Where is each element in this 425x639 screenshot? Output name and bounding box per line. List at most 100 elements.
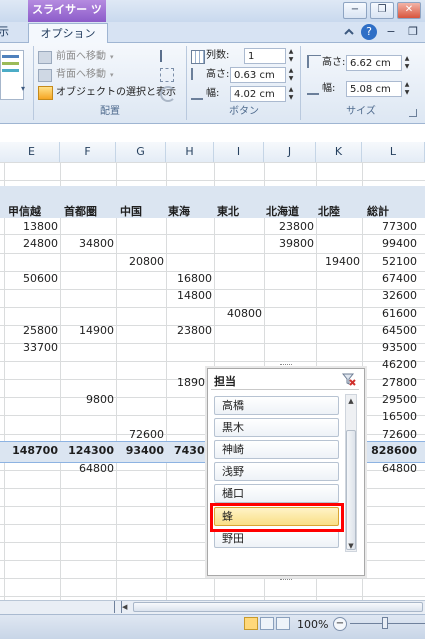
table-cell[interactable]: 32600 [362,289,417,305]
table-cell[interactable]: 23800 [264,220,314,236]
header-cell[interactable]: 北陸 [318,203,340,219]
button-height-input[interactable]: 0.63 cm [230,67,286,83]
header-cell[interactable]: 東海 [168,203,190,219]
gallery-style-2[interactable] [2,62,19,65]
table-cell[interactable]: 39800 [264,237,314,253]
scroll-down-arrow[interactable]: ▼ [346,541,356,551]
header-cell[interactable]: 中国 [120,203,142,219]
total-cell[interactable]: 124300 [60,444,114,460]
table-cell[interactable]: 34800 [60,237,114,253]
table-cell[interactable]: 20800 [116,255,164,271]
table-cell[interactable]: 27800 [362,376,417,392]
table-cell[interactable]: 29500 [362,393,417,409]
slicer-item[interactable]: 浅野 [214,462,339,481]
table-cell[interactable]: 50600 [4,272,58,288]
column-header[interactable]: K [316,142,362,162]
scroll-up-arrow[interactable]: ▲ [346,396,356,406]
table-cell[interactable]: 13800 [4,220,58,236]
slicer-resize-handle-top[interactable] [280,364,292,368]
table-cell[interactable]: 25800 [4,324,58,340]
zoom-out-button[interactable]: − [333,617,347,631]
zoom-slider-knob[interactable] [382,617,388,629]
columns-spinner[interactable]: ▲ ▼ [286,48,296,64]
slicer-width-input[interactable]: 5.08 cm [346,81,402,97]
column-header[interactable]: H [166,142,214,162]
table-cell[interactable]: 33700 [4,341,58,357]
group-objects-icon[interactable] [160,68,174,82]
column-header[interactable]: G [116,142,166,162]
gallery-style-1[interactable] [2,55,19,58]
columns-input[interactable]: 1 [244,48,286,64]
workbook-minimize-icon[interactable]: − [383,24,399,40]
slicer-scroll-thumb[interactable] [346,430,356,550]
table-cell[interactable]: 99400 [362,237,417,253]
slicer-width-spinner[interactable]: ▲ ▼ [402,81,412,97]
total-cell[interactable]: 148700 [4,444,58,460]
selection-pane-button[interactable]: オブジェクトの選択と表示 [38,85,176,101]
table-cell[interactable]: 64800 [60,462,114,478]
size-dialog-launcher-icon[interactable] [409,109,417,117]
table-cell[interactable]: 64500 [362,324,417,340]
help-icon[interactable]: ? [361,24,377,40]
tab-options[interactable]: オプション [28,23,108,43]
column-header[interactable]: J [264,142,316,162]
table-cell[interactable]: 14800 [166,289,212,305]
normal-view-icon[interactable] [244,617,258,630]
table-cell[interactable]: 77300 [362,220,417,236]
page-break-view-icon[interactable] [276,617,290,630]
table-cell[interactable]: 46200 [362,358,417,374]
table-cell[interactable]: 93500 [362,341,417,357]
slicer-item[interactable]: 樋口 [214,484,339,503]
header-cell[interactable]: 首都圏 [64,203,97,219]
column-header[interactable]: F [60,142,116,162]
gallery-style-3[interactable] [2,69,19,72]
restore-button[interactable]: ❐ [370,2,394,19]
header-cell[interactable]: 北海道 [266,203,299,219]
clear-filter-icon[interactable] [342,372,356,386]
table-cell[interactable]: 16800 [166,272,212,288]
slicer-height-input[interactable]: 6.62 cm [346,55,402,71]
slicer-height-spinner[interactable]: ▲ ▼ [402,55,412,71]
table-cell[interactable]: 18900 [166,376,212,392]
align-icon[interactable] [160,50,176,62]
table-cell[interactable]: 16500 [362,410,417,426]
table-cell[interactable]: 14900 [60,324,114,340]
header-cell[interactable]: 甲信越 [8,203,41,219]
sheet-tab-split-handle[interactable] [114,601,122,613]
minimize-button[interactable]: − [343,2,367,19]
column-header[interactable]: I [214,142,264,162]
slicer-item[interactable]: 黒木 [214,418,339,437]
table-cell[interactable]: 23800 [166,324,212,340]
close-button[interactable]: ✕ [397,2,421,19]
column-header[interactable]: E [4,142,60,162]
scroll-left-arrow[interactable]: ◀ [122,602,131,612]
slicer-item[interactable]: 神崎 [214,440,339,459]
table-cell[interactable]: 9800 [60,393,114,409]
table-cell[interactable]: 19400 [316,255,360,271]
minimize-ribbon-icon[interactable] [343,26,355,38]
gallery-more-arrow[interactable]: ▾ [21,84,29,96]
tab-view-partial[interactable]: 示 [0,22,18,42]
button-width-input[interactable]: 4.02 cm [230,86,286,102]
page-layout-view-icon[interactable] [260,617,274,630]
horizontal-scroll-thumb[interactable] [133,602,423,612]
button-height-spinner[interactable]: ▲ ▼ [286,67,296,83]
total-cell[interactable]: 93400 [116,444,164,460]
workbook-restore-icon[interactable]: ❐ [405,24,421,40]
column-header[interactable]: L [362,142,425,162]
slicer-resize-handle-bottom[interactable] [280,576,292,580]
total-cell[interactable]: 828600 [362,444,417,460]
bring-forward-button[interactable]: 前面へ移動 ▾ [38,49,114,65]
table-cell[interactable]: 24800 [4,237,58,253]
header-cell[interactable]: 総計 [367,203,389,219]
table-cell[interactable]: 64800 [362,462,417,478]
table-cell[interactable]: 61600 [362,307,417,323]
slicer-item[interactable]: 高橋 [214,396,339,415]
button-width-spinner[interactable]: ▲ ▼ [286,86,296,102]
rotate-icon[interactable] [160,86,176,102]
header-cell[interactable]: 東北 [217,203,239,219]
send-backward-button[interactable]: 背面へ移動 ▾ [38,67,114,83]
zoom-level[interactable]: 100% [297,618,328,631]
table-cell[interactable]: 40800 [214,307,262,323]
table-cell[interactable]: 67400 [362,272,417,288]
